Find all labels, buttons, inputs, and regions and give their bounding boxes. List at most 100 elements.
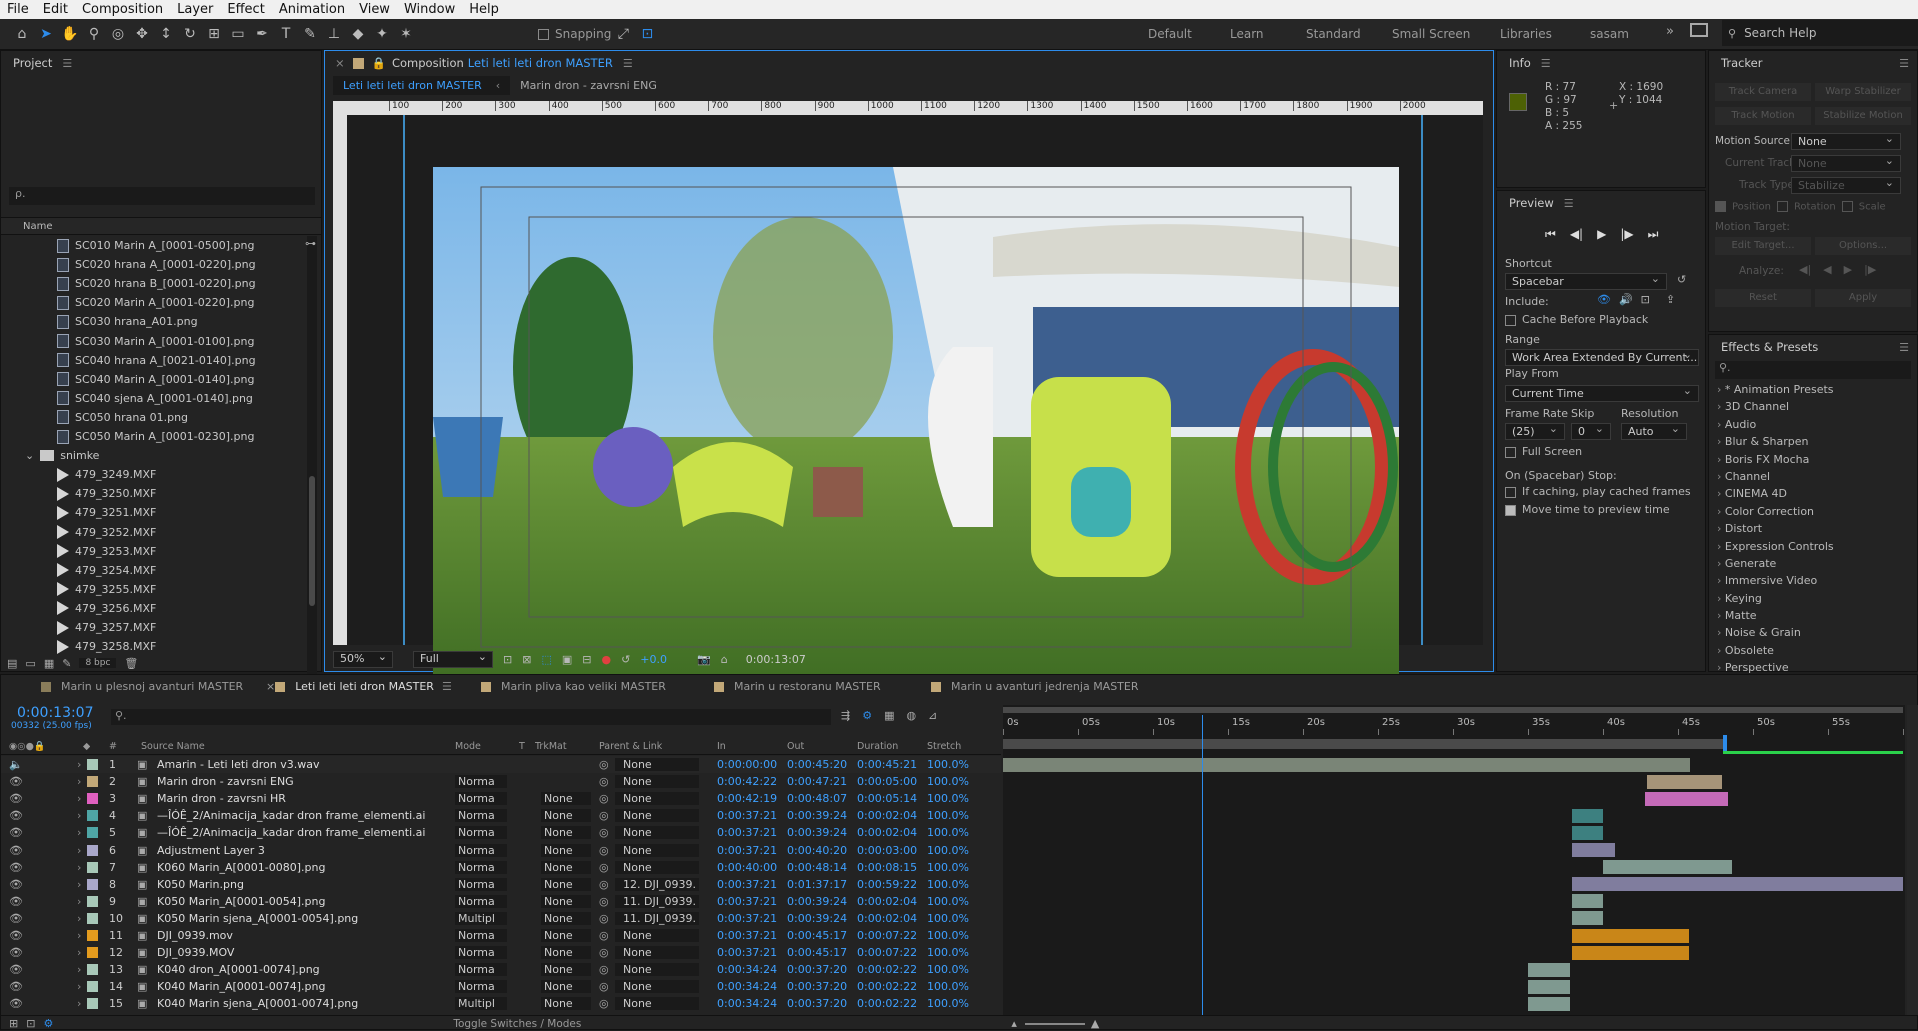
layer-label-swatch[interactable] — [87, 912, 98, 924]
menu-animation[interactable]: Animation — [272, 2, 352, 17]
chevron-right-icon[interactable]: › — [1717, 505, 1725, 518]
play-from-dropdown[interactable]: Current Time — [1505, 384, 1699, 402]
layer-row[interactable]: 👁 › 15 ▣ K040 Marin sjena_A[0001-0074].png Mu… — [1, 995, 1001, 1012]
layer-out-point[interactable]: 0:00:48:14 — [787, 861, 847, 874]
menu-view[interactable]: View — [352, 2, 397, 17]
layer-mode-dropdown[interactable]: Norma — [455, 946, 507, 960]
layer-duration[interactable]: 0:00:02:04 — [857, 912, 917, 925]
effect-category[interactable]: › Blur & Sharpen — [1709, 435, 1918, 452]
chevron-right-icon[interactable]: › — [1717, 418, 1725, 431]
mask-path-icon[interactable]: ⬚ — [541, 653, 551, 666]
layer-mode-dropdown[interactable]: Norma — [455, 894, 507, 908]
project-item[interactable]: 479_3253.MXF — [1, 542, 156, 561]
layer-stretch[interactable]: 100.0% — [927, 895, 969, 908]
layer-trkmat-dropdown[interactable]: None — [541, 946, 591, 960]
pick-whip-icon[interactable]: ◎ — [599, 792, 609, 805]
layer-out-point[interactable]: 0:00:37:20 — [787, 997, 847, 1010]
timeline-current-time[interactable]: 0:00:13:07 — [17, 705, 94, 721]
effects-presets-title[interactable]: Effects & Presets — [1721, 340, 1818, 354]
layer-label-swatch[interactable] — [87, 930, 98, 941]
time-graph[interactable]: 0s05s10s15s20s25s30s35s40s45s50s55s01:00 — [1003, 705, 1918, 1015]
close-icon[interactable]: × — [266, 680, 275, 693]
duration-column-header[interactable]: Duration — [857, 741, 898, 752]
first-frame-icon[interactable]: ⏮ — [1545, 227, 1556, 242]
audio-icon[interactable]: 🔈 — [9, 758, 23, 771]
project-item[interactable]: 479_3258.MXF — [1, 637, 156, 656]
menu-edit[interactable]: Edit — [36, 2, 75, 17]
reset-button[interactable]: Reset — [1715, 289, 1811, 307]
expand-chevron-icon[interactable]: › — [77, 980, 81, 993]
out-column-header[interactable]: Out — [787, 741, 804, 752]
snapping-checkbox[interactable] — [538, 28, 549, 40]
rectangle-tool-icon[interactable]: ▭ — [226, 23, 250, 45]
layer-switches-icon[interactable]: ⊞ — [9, 1017, 18, 1030]
workspace-default[interactable]: Default — [1148, 27, 1192, 41]
layer-label-swatch[interactable] — [87, 878, 98, 890]
layer-stretch[interactable]: 100.0% — [927, 878, 969, 891]
chevron-right-icon[interactable]: › — [1717, 592, 1725, 605]
timeline-tab[interactable]: Marin pliva kao veliki MASTER — [481, 680, 666, 693]
in-out-pane-icon[interactable]: ⚙ — [43, 1017, 53, 1030]
layer-in-point[interactable]: 0:00:37:21 — [717, 912, 777, 925]
project-item[interactable]: SC020 hrana A_[0001-0220].png — [1, 255, 256, 274]
layer-in-point[interactable]: 0:00:37:21 — [717, 946, 777, 959]
expand-chevron-icon[interactable]: › — [77, 963, 81, 976]
draft-3d-icon[interactable]: ⚙ — [862, 709, 872, 722]
timeline-tab[interactable]: Marin u plesnoj avanturi MASTER — [41, 680, 243, 693]
expand-chevron-icon[interactable]: › — [77, 844, 81, 857]
options-button[interactable]: Options... — [1815, 237, 1911, 255]
chevron-right-icon[interactable]: › — [1717, 661, 1725, 674]
layer-trkmat-dropdown[interactable]: None — [541, 792, 591, 806]
layer-parent-dropdown[interactable]: 11. DJI_0939. — [615, 911, 699, 925]
layer-parent-dropdown[interactable]: None — [615, 860, 699, 874]
effect-category[interactable]: › Generate — [1709, 557, 1918, 574]
layer-row[interactable]: 👁 › 3 ▣ Marin dron - zavrsni HR Norma None ◎ Non… — [1, 790, 1001, 807]
layer-duration[interactable]: 0:00:02:22 — [857, 963, 917, 976]
name-column-header[interactable]: Name — [23, 221, 53, 232]
effect-category[interactable]: › Immersive Video — [1709, 574, 1918, 591]
warp-stabilizer-button[interactable]: Warp Stabilizer — [1815, 83, 1911, 101]
effect-category[interactable]: › Distort — [1709, 522, 1918, 539]
vertical-ruler[interactable] — [333, 115, 347, 645]
position-option[interactable]: Position — [1715, 201, 1771, 213]
menu-help[interactable]: Help — [462, 2, 506, 17]
full-screen-toggle[interactable]: Full Screen — [1505, 445, 1582, 458]
pick-whip-icon[interactable]: ◎ — [599, 997, 609, 1010]
layer-parent-dropdown[interactable]: None — [615, 963, 699, 977]
selection-tool-icon[interactable]: ➤ — [34, 23, 58, 45]
layer-duration[interactable]: 0:00:05:00 — [857, 775, 917, 788]
layer-duration[interactable]: 0:00:07:22 — [857, 946, 917, 959]
preview-resolution-dropdown[interactable]: Auto — [1621, 422, 1687, 440]
menu-effect[interactable]: Effect — [220, 2, 271, 17]
layer-parent-dropdown[interactable]: None — [615, 997, 699, 1011]
flowchart-icon[interactable]: ⊶ — [305, 237, 316, 250]
clone-stamp-tool-icon[interactable]: ⊥ — [322, 23, 346, 45]
layer-in-point[interactable]: 0:00:37:21 — [717, 809, 777, 822]
layer-duration[interactable]: 0:00:02:22 — [857, 997, 917, 1010]
layer-stretch[interactable]: 100.0% — [927, 758, 969, 771]
project-item[interactable]: 479_3250.MXF — [1, 484, 156, 503]
interpret-footage-icon[interactable]: ▤ — [7, 657, 17, 670]
eraser-tool-icon[interactable]: ◆ — [346, 23, 370, 45]
chevron-right-icon[interactable]: › — [1717, 400, 1725, 413]
chevron-right-icon[interactable]: › — [1717, 453, 1725, 466]
project-item[interactable]: 479_3252.MXF — [1, 523, 156, 542]
layer-duration-bar[interactable] — [1571, 911, 1603, 926]
layer-stretch[interactable]: 100.0% — [927, 861, 969, 874]
time-ruler[interactable]: 0s05s10s15s20s25s30s35s40s45s50s55s01:00 — [1003, 715, 1918, 735]
layer-mode-dropdown[interactable]: Multipl — [455, 997, 507, 1011]
tab-marin-dron-eng[interactable]: Marin dron - zavrsni ENG — [510, 76, 667, 95]
expand-chevron-icon[interactable]: › — [77, 878, 81, 891]
layer-trkmat-dropdown[interactable]: None — [541, 843, 591, 857]
eye-icon[interactable]: 👁 — [9, 826, 23, 839]
comp-flowchart-icon[interactable]: ⇶ — [841, 709, 850, 722]
zoom-in-icon[interactable]: ▲ — [1091, 1017, 1099, 1030]
layer-parent-dropdown[interactable]: None — [615, 843, 699, 857]
layer-label-swatch[interactable] — [87, 776, 98, 788]
timeline-scrollbar[interactable] — [1907, 705, 1918, 1015]
pick-whip-icon[interactable]: ◎ — [599, 878, 609, 891]
expand-chevron-icon[interactable]: › — [77, 792, 81, 805]
color-management-icon[interactable]: ● — [601, 653, 611, 666]
effect-category[interactable]: › Audio — [1709, 418, 1918, 435]
layer-duration-bar[interactable] — [1571, 894, 1603, 909]
